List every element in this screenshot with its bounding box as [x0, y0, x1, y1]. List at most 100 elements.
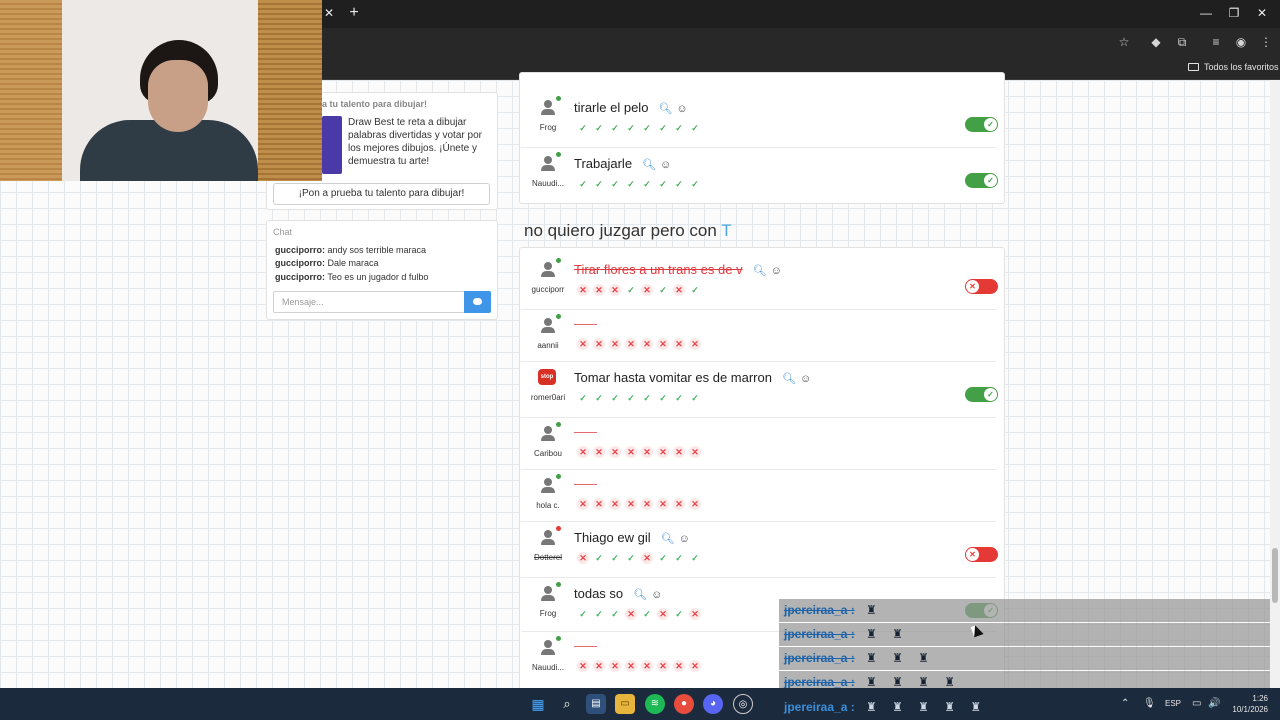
- vote-check-icon: ✓: [611, 553, 619, 563]
- vote-check-icon: ✓: [691, 123, 699, 133]
- accept-toggle[interactable]: ✕: [965, 547, 998, 562]
- vote-cross-icon: ✕: [689, 660, 701, 672]
- answer-row: hola c. ✕ ✕ ✕ ✕ ✕ ✕ ✕ ✕: [521, 470, 1003, 522]
- stream-chat-user: jpereiraa_a :: [784, 675, 855, 689]
- vote-cross-icon: ✕: [689, 338, 701, 350]
- stream-chat-line: jpereiraa_a : ♜ ♜ ♜ ♜: [779, 671, 1270, 689]
- stream-chat-user: jpereiraa_a :: [784, 603, 855, 617]
- microphone-icon[interactable]: 🎙: [1143, 698, 1156, 710]
- star-icon[interactable]: ☆: [1116, 34, 1132, 50]
- tab-close-icon[interactable]: ✕: [322, 6, 336, 20]
- close-window-icon[interactable]: ✕: [1252, 4, 1272, 22]
- vote-cross-icon: ✕: [593, 498, 605, 510]
- vote-cross-icon: ✕: [657, 498, 669, 510]
- empty-answer-dash: [574, 432, 597, 433]
- stop-avatar-icon: stop: [538, 369, 556, 385]
- network-icon[interactable]: ▭: [1192, 698, 1201, 710]
- user-avatar-icon: [539, 96, 561, 116]
- vote-check-icon: ✓: [659, 393, 667, 403]
- vote-check-icon: ✓: [675, 123, 683, 133]
- store-icon[interactable]: ▤: [586, 694, 606, 714]
- emoji-icon[interactable]: ☺: [651, 589, 662, 601]
- search-icon[interactable]: 🔍︎: [661, 532, 675, 545]
- chat-send-button[interactable]: [464, 291, 491, 313]
- vote-check-icon: ✓: [627, 393, 635, 403]
- emoji-icon[interactable]: ☺: [800, 373, 811, 385]
- all-bookmarks-folder[interactable]: Todos los favoritos: [1188, 60, 1279, 74]
- player-name: Dotterel: [533, 553, 562, 562]
- answer-row: gucciporr Tirar flores a un trans es de v…: [521, 254, 1003, 306]
- spotify-icon[interactable]: ≋: [645, 694, 665, 714]
- empty-answer-dash: [574, 324, 597, 325]
- vote-cross-icon: ✕: [657, 338, 669, 350]
- stream-chat-emotes: ♜ ♜ ♜ ♜: [866, 675, 962, 689]
- vote-check-icon: ✓: [595, 553, 603, 563]
- media-icon[interactable]: ≡: [1208, 34, 1224, 50]
- language-indicator[interactable]: ESP: [1165, 698, 1181, 710]
- accept-toggle[interactable]: ✕: [965, 279, 998, 294]
- vote-list: ✕ ✕ ✕ ✕ ✕ ✕ ✕ ✕: [577, 660, 701, 672]
- chat-message-input[interactable]: Mensaje...: [273, 291, 465, 313]
- vote-cross-icon: ✕: [641, 498, 653, 510]
- vote-cross-icon: ✕: [641, 660, 653, 672]
- emoji-icon[interactable]: ☺: [676, 103, 687, 115]
- round-title: no quiero juzgar pero con T: [524, 221, 732, 241]
- menu-icon[interactable]: ⋮: [1258, 34, 1274, 50]
- profile-icon[interactable]: ◉: [1233, 34, 1249, 50]
- scroll-thumb[interactable]: [1272, 548, 1278, 603]
- search-icon[interactable]: 🔍︎: [782, 372, 796, 385]
- vote-cross-icon: ✕: [625, 660, 637, 672]
- search-icon[interactable]: 🔍︎: [642, 158, 656, 171]
- start-icon[interactable]: ▦: [528, 694, 548, 714]
- new-tab-icon[interactable]: +: [346, 4, 362, 22]
- vote-cross-icon: ✕: [593, 660, 605, 672]
- answer-row: aannii ✕ ✕ ✕ ✕ ✕ ✕ ✕ ✕: [521, 310, 1003, 362]
- vote-check-icon: ✓: [659, 285, 667, 295]
- vote-check-icon: ✓: [627, 553, 635, 563]
- answer-row: stop romer0ari Tomar hasta vomitar es de m…: [521, 362, 1003, 414]
- answer-row: Frog tirarle el pelo 🔍︎ ☺ ✓ ✓ ✓ ✓ ✓ ✓ ✓ ✓ ✓: [521, 92, 1003, 144]
- stream-chat-line: jpereiraa_a : ♜: [779, 599, 1270, 622]
- empty-answer-dash: [574, 646, 597, 647]
- player-name: Caribou: [533, 449, 562, 458]
- vote-cross-icon: ✕: [673, 498, 685, 510]
- chrome-icon[interactable]: ●: [674, 694, 694, 714]
- accept-toggle[interactable]: ✓: [965, 173, 998, 188]
- vote-cross-icon: ✕: [657, 608, 669, 620]
- restore-icon[interactable]: ❐: [1224, 4, 1244, 22]
- volume-icon[interactable]: 🔊: [1208, 698, 1220, 710]
- search-icon[interactable]: ⌕: [557, 694, 577, 714]
- search-icon[interactable]: 🔍︎: [658, 102, 672, 115]
- accept-toggle[interactable]: ✓: [965, 387, 998, 402]
- emoji-icon[interactable]: ☺: [679, 533, 690, 545]
- vote-cross-icon: ✕: [641, 284, 653, 296]
- search-icon[interactable]: 🔍︎: [753, 264, 767, 277]
- accept-toggle[interactable]: ✓: [965, 117, 998, 132]
- emoji-icon[interactable]: ☺: [771, 265, 782, 277]
- obs-icon[interactable]: ◎: [733, 694, 753, 714]
- stream-chat-user: jpereiraa_a :: [784, 627, 855, 641]
- minimize-icon[interactable]: —: [1196, 4, 1216, 22]
- puzzle-icon[interactable]: ⧉: [1174, 34, 1190, 50]
- player-name: Frog: [539, 123, 557, 132]
- vote-cross-icon: ✕: [641, 338, 653, 350]
- user-avatar-icon: [539, 582, 561, 602]
- page-scrollbar[interactable]: [1270, 80, 1280, 688]
- promo-button[interactable]: ¡Pon a prueba tu talento para dibujar!: [273, 183, 490, 205]
- user-avatar-icon: [539, 258, 561, 278]
- round-letter: T: [721, 221, 732, 240]
- tray-chevron-icon[interactable]: ⌃: [1121, 698, 1129, 710]
- discord-icon[interactable]: ◕: [703, 694, 723, 714]
- window-blind: [0, 0, 62, 181]
- search-icon[interactable]: 🔍︎: [633, 588, 647, 601]
- emoji-icon[interactable]: ☺: [660, 159, 671, 171]
- player-name: Nauudi...: [531, 179, 565, 188]
- vote-check-icon: ✓: [675, 553, 683, 563]
- file-explorer-icon[interactable]: ▭: [615, 694, 635, 714]
- player-name: romer0ari: [530, 393, 566, 402]
- round-prompt: no quiero juzgar pero con: [524, 221, 717, 240]
- vote-check-icon: ✓: [675, 609, 683, 619]
- system-clock[interactable]: 1:26 10/1/2026: [1222, 693, 1268, 715]
- extension-icon[interactable]: ◆: [1148, 34, 1164, 50]
- vote-cross-icon: ✕: [689, 446, 701, 458]
